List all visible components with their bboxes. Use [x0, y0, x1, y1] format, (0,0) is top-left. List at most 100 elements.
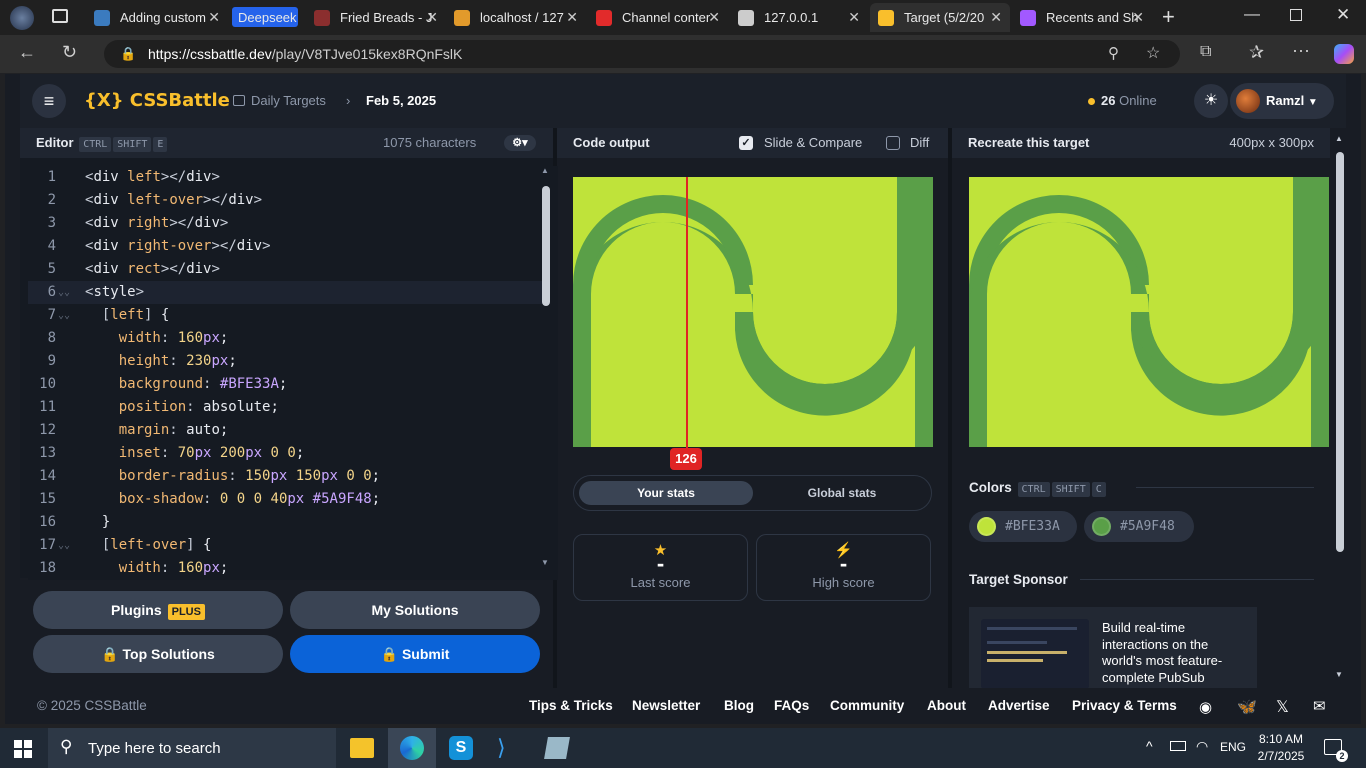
taskbar-active-app[interactable]	[388, 728, 436, 768]
skype-icon[interactable]: S	[449, 736, 473, 760]
code-line[interactable]: 9 height: 230px;	[28, 350, 544, 373]
clock-time[interactable]: 8:10 AM	[1254, 732, 1308, 746]
fold-icon[interactable]: ⌄⌄	[58, 304, 70, 327]
reload-icon[interactable]: ↻	[62, 42, 77, 63]
code-output-canvas[interactable]	[573, 177, 933, 447]
code-line[interactable]: 11 position: absolute;	[28, 396, 544, 419]
my-solutions-button[interactable]: My Solutions	[290, 591, 540, 629]
fold-icon[interactable]: ⌄⌄	[58, 534, 70, 557]
menu-button[interactable]: ≡	[32, 84, 66, 118]
target-image[interactable]	[969, 177, 1329, 447]
profile-avatar[interactable]	[10, 6, 34, 30]
file-explorer-icon[interactable]	[350, 738, 374, 758]
code-editor[interactable]: 1 <div left></div> 2 <div left-over></div> 3…	[28, 166, 558, 580]
browser-tab[interactable]: Deepseek	[232, 7, 298, 27]
scroll-down-icon[interactable]: ▼	[1335, 670, 1343, 679]
battery-icon[interactable]	[1170, 741, 1186, 751]
browser-tab[interactable]: Recents and Sh ✕	[1012, 3, 1152, 32]
scrollbar-thumb[interactable]	[1336, 152, 1344, 552]
mail-icon[interactable]: ✉	[1313, 697, 1326, 715]
sponsor-card[interactable]: Build real-time interactions on the worl…	[969, 607, 1257, 689]
submit-button[interactable]: 🔒 Submit	[290, 635, 540, 673]
scroll-up-icon[interactable]: ▲	[541, 166, 549, 175]
favorite-star-icon[interactable]: ☆	[1146, 40, 1160, 68]
tab-close-icon[interactable]: ✕	[1132, 9, 1144, 26]
language-indicator[interactable]: ENG	[1220, 740, 1246, 754]
favorites-icon[interactable]: ✰	[1249, 42, 1264, 63]
code-line[interactable]: 6 ⌄⌄ <style>	[28, 281, 544, 304]
back-icon[interactable]: ←	[18, 42, 36, 63]
cssbattle-logo[interactable]: {X} CSSBattle	[84, 90, 230, 111]
code-line[interactable]: 5 <div rect></div>	[28, 258, 544, 281]
browser-tab[interactable]: Fried Breads - J ✕	[306, 3, 446, 32]
breadcrumb-daily-targets[interactable]: Daily Targets	[251, 93, 326, 108]
tab-close-icon[interactable]: ✕	[426, 9, 438, 26]
discord-icon[interactable]: ◉	[1199, 698, 1212, 716]
code-line[interactable]: 1 <div left></div>	[28, 166, 544, 189]
code-line[interactable]: 2 <div left-over></div>	[28, 189, 544, 212]
url-field[interactable]: 🔒 https://cssbattle.dev/play/V8TJve015ke…	[104, 40, 1180, 68]
browser-tab[interactable]: Target (5/2/20 ✕	[870, 3, 1010, 32]
scroll-down-icon[interactable]: ▼	[541, 558, 549, 567]
code-line[interactable]: 13 inset: 70px 200px 0 0;	[28, 442, 544, 465]
compare-slider-line[interactable]	[686, 177, 688, 449]
code-line[interactable]: 16 }	[28, 511, 544, 534]
theme-toggle-button[interactable]: ☀	[1194, 84, 1228, 118]
minimize-button[interactable]: —	[1244, 6, 1260, 24]
close-window-button[interactable]: ✕	[1336, 5, 1350, 25]
code-line[interactable]: 17 ⌄⌄ [left-over] {	[28, 534, 544, 557]
scroll-up-icon[interactable]: ▲	[1335, 134, 1343, 143]
extensions-icon[interactable]: ⧉	[1200, 43, 1211, 61]
code-line[interactable]: 3 <div right></div>	[28, 212, 544, 235]
tab-close-icon[interactable]: ✕	[848, 9, 860, 26]
code-line[interactable]: 12 margin: auto;	[28, 419, 544, 442]
tab-close-icon[interactable]: ✕	[208, 9, 220, 26]
footer-link-blog[interactable]: Blog	[724, 698, 754, 713]
footer-link-newsletter[interactable]: Newsletter	[632, 698, 700, 713]
code-line[interactable]: 7 ⌄⌄ [left] {	[28, 304, 544, 327]
copilot-icon[interactable]	[1334, 44, 1354, 64]
target-scrollbar[interactable]: ▲ ▼	[1335, 134, 1345, 686]
footer-link-faqs[interactable]: FAQs	[774, 698, 809, 713]
tab-close-icon[interactable]: ✕	[990, 9, 1002, 26]
footer-link-advertise[interactable]: Advertise	[988, 698, 1050, 713]
top-solutions-button[interactable]: 🔒 Top Solutions	[33, 635, 283, 673]
code-line[interactable]: 8 width: 160px;	[28, 327, 544, 350]
code-line[interactable]: 4 <div right-over></div>	[28, 235, 544, 258]
browser-tab[interactable]: Adding custom ✕	[86, 3, 228, 32]
clock-date[interactable]: 2/7/2025	[1254, 749, 1308, 763]
divider[interactable]	[948, 128, 952, 688]
code-line[interactable]: 18 width: 160px;	[28, 557, 544, 580]
code-line[interactable]: 10 background: #BFE33A;	[28, 373, 544, 396]
more-menu-icon[interactable]: ···	[1292, 40, 1310, 61]
maximize-button[interactable]	[1290, 9, 1302, 21]
tab-global-stats[interactable]: Global stats	[757, 481, 927, 505]
user-menu-button[interactable]: Ramzl ▼	[1230, 83, 1334, 119]
browser-tab[interactable]: localhost / 127 ✕	[446, 3, 586, 32]
bluesky-icon[interactable]: 🦋	[1237, 697, 1257, 717]
color-swatch-1[interactable]: #BFE33A	[969, 511, 1077, 542]
windows-start-icon[interactable]	[14, 740, 32, 758]
footer-link-about[interactable]: About	[927, 698, 966, 713]
slide-compare-checkbox[interactable]: ✓	[739, 136, 753, 150]
x-icon[interactable]: 𝕏	[1276, 697, 1289, 717]
editor-settings-button[interactable]: ⚙▾	[504, 135, 536, 151]
fold-icon[interactable]: ⌄⌄	[58, 281, 70, 304]
tab-actions-icon[interactable]	[52, 9, 68, 23]
browser-tab[interactable]: 127.0.0.1 ✕	[730, 3, 868, 32]
wifi-icon[interactable]: ◠	[1196, 738, 1208, 755]
compare-slider-value[interactable]: 126	[670, 448, 702, 470]
editor-scrollbar[interactable]: ▲ ▼	[541, 166, 551, 570]
footer-link-community[interactable]: Community	[830, 698, 904, 713]
notepad-icon[interactable]	[544, 737, 570, 759]
scrollbar-thumb[interactable]	[542, 186, 550, 306]
footer-link-tips[interactable]: Tips & Tricks	[529, 698, 613, 713]
color-swatch-2[interactable]: #5A9F48	[1084, 511, 1194, 542]
browser-tab[interactable]: Channel conter ✕	[588, 3, 728, 32]
footer-link-privacy[interactable]: Privacy & Terms	[1072, 698, 1177, 713]
tab-close-icon[interactable]: ✕	[566, 9, 578, 26]
zoom-icon[interactable]: ⚲	[1108, 40, 1119, 68]
plugins-button[interactable]: Plugins PLUS	[33, 591, 283, 629]
tab-close-icon[interactable]: ✕	[708, 9, 720, 26]
chevron-up-icon[interactable]: ^	[1146, 738, 1153, 754]
